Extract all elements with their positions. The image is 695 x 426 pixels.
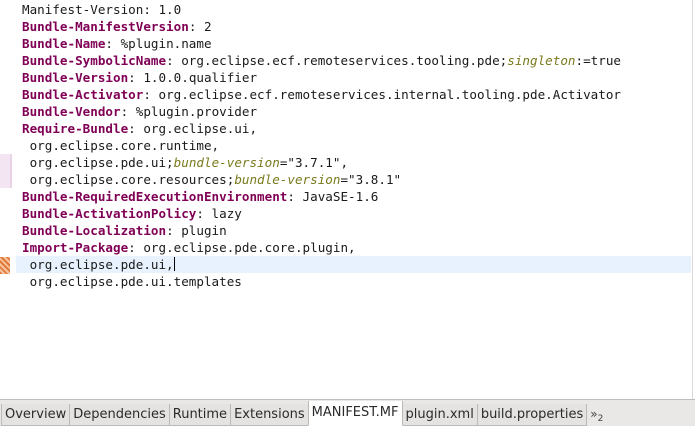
- header-value: org.eclipse.pde.ui.templates: [22, 274, 242, 289]
- editor-line[interactable]: Bundle-Localization: plugin: [16, 222, 691, 239]
- header-value: : org.eclipse.ecf.remoteservices.tooling…: [166, 53, 508, 68]
- overflow-count: 2: [597, 414, 604, 424]
- editor-line[interactable]: Bundle-RequiredExecutionEnvironment: Jav…: [16, 188, 691, 205]
- warning-marker-icon[interactable]: [0, 257, 10, 274]
- editor-line[interactable]: Require-Bundle: org.eclipse.ui,: [16, 120, 691, 137]
- editor-line[interactable]: Bundle-Vendor: %plugin.provider: [16, 103, 691, 120]
- change-marker-icon[interactable]: [0, 154, 12, 188]
- header-value: :=true: [575, 53, 622, 68]
- editor-line[interactable]: Bundle-ManifestVersion: 2: [16, 18, 691, 35]
- header-key: Import-Package: [22, 240, 129, 255]
- header-value: Manifest-Version: 1.0: [22, 2, 182, 17]
- editor-line[interactable]: Bundle-Name: %plugin.name: [16, 35, 691, 52]
- header-value: org.eclipse.pde.ui;: [22, 155, 174, 170]
- editor-line[interactable]: Bundle-Activator: org.eclipse.ecf.remote…: [16, 86, 691, 103]
- header-value: ="3.7.1",: [279, 155, 349, 170]
- editor-line[interactable]: Bundle-Version: 1.0.0.qualifier: [16, 69, 691, 86]
- editor-line[interactable]: org.eclipse.core.resources;bundle-versio…: [16, 171, 691, 188]
- header-value: : org.eclipse.pde.core.plugin,: [128, 240, 356, 255]
- editor-line[interactable]: Import-Package: org.eclipse.pde.core.plu…: [16, 239, 691, 256]
- header-key: Bundle-Activator: [22, 87, 144, 102]
- editor-line[interactable]: Bundle-ActivationPolicy: lazy: [16, 205, 691, 222]
- header-key: Require-Bundle: [22, 121, 129, 136]
- chevron-overflow-icon[interactable]: »2: [586, 404, 607, 426]
- header-key: Bundle-Version: [22, 70, 129, 85]
- editor-line[interactable]: Manifest-Version: 1.0: [16, 1, 691, 18]
- text-caret: [173, 257, 175, 271]
- header-key: Bundle-SymbolicName: [22, 53, 167, 68]
- editor-line[interactable]: org.eclipse.core.runtime,: [16, 137, 691, 154]
- directive-attribute: singleton: [507, 53, 576, 68]
- tab-plugin-xml[interactable]: plugin.xml: [401, 404, 478, 426]
- editor-gutter[interactable]: [0, 0, 16, 399]
- header-value: : 1.0.0.qualifier: [128, 70, 258, 85]
- header-value: : plugin: [166, 223, 227, 238]
- header-value: org.eclipse.core.resources;: [22, 172, 235, 187]
- tab-build-properties[interactable]: build.properties: [476, 404, 588, 426]
- header-value: : %plugin.name: [105, 36, 212, 51]
- editor-line[interactable]: org.eclipse.pde.ui.templates: [16, 273, 691, 290]
- editor-page-tabs: Overview Dependencies Runtime Extensions MAN…: [0, 399, 695, 426]
- header-key: Bundle-RequiredExecutionEnvironment: [22, 189, 288, 204]
- editor-line[interactable]: Bundle-SymbolicName: org.eclipse.ecf.rem…: [16, 52, 691, 69]
- header-key: Bundle-Name: [22, 36, 106, 51]
- header-value: : %plugin.provider: [120, 104, 258, 119]
- editor-lines: Manifest-Version: 1.0 Bundle-ManifestVers…: [16, 1, 691, 290]
- manifest-text-editor[interactable]: Manifest-Version: 1.0 Bundle-ManifestVers…: [16, 0, 691, 399]
- header-value: : org.eclipse.ecf.remoteservices.interna…: [143, 87, 621, 102]
- header-value: : org.eclipse.ui,: [128, 121, 258, 136]
- editor-line[interactable]: org.eclipse.pde.ui;bundle-version="3.7.1…: [16, 154, 691, 171]
- manifest-editor-window: Manifest-Version: 1.0 Bundle-ManifestVers…: [0, 0, 695, 426]
- directive-attribute: bundle-version: [173, 155, 280, 170]
- header-value: org.eclipse.pde.ui,: [22, 257, 174, 272]
- header-value: org.eclipse.core.runtime,: [22, 138, 220, 153]
- header-value: : 2: [188, 19, 212, 34]
- directive-attribute: bundle-version: [234, 172, 341, 187]
- editor-line-current[interactable]: org.eclipse.pde.ui,: [16, 256, 691, 273]
- header-value: ="3.8.1": [340, 172, 402, 187]
- editor-right-border: [692, 0, 693, 399]
- header-value: : lazy: [196, 206, 242, 221]
- header-key: Bundle-Localization: [22, 223, 167, 238]
- header-key: Bundle-ActivationPolicy: [22, 206, 197, 221]
- header-value: : JavaSE-1.6: [287, 189, 379, 204]
- tab-overview[interactable]: Overview: [1, 404, 71, 426]
- overflow-chevron-glyph: »: [590, 407, 598, 421]
- tab-list: Overview Dependencies Runtime Extensions MAN…: [1, 401, 588, 426]
- tab-extensions[interactable]: Extensions: [230, 404, 309, 426]
- tab-dependencies[interactable]: Dependencies: [69, 404, 170, 426]
- header-key: Bundle-Vendor: [22, 104, 121, 119]
- tab-manifest-mf[interactable]: MANIFEST.MF: [307, 401, 403, 426]
- header-key: Bundle-ManifestVersion: [22, 19, 189, 34]
- tab-runtime[interactable]: Runtime: [168, 404, 232, 426]
